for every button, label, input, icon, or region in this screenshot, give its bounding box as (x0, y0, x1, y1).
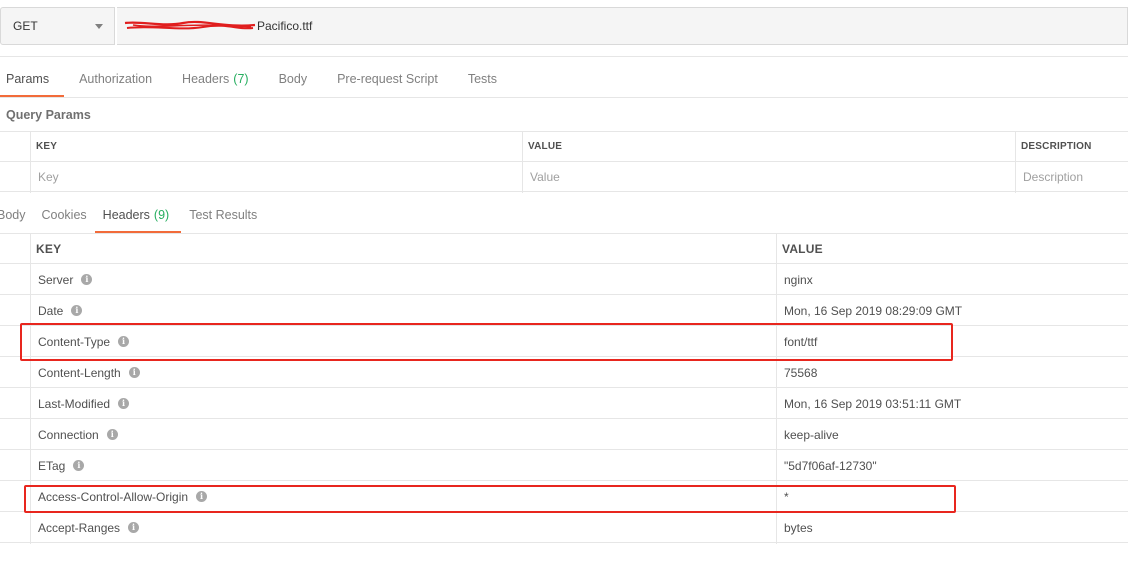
tab-label: Body (0, 208, 26, 222)
header-value: Mon, 16 Sep 2019 03:51:11 GMT (784, 396, 962, 411)
request-tabs: Params Authorization Headers (7) Body Pr… (0, 60, 512, 98)
tab-label: Test Results (189, 208, 258, 222)
url-suffix: Pacifico.ttf (257, 19, 313, 33)
column-header-value: VALUE (782, 241, 823, 256)
method-select[interactable]: GET (0, 7, 115, 45)
header-key: Date (38, 303, 64, 318)
tab-pre-request-script[interactable]: Pre-request Script (322, 60, 453, 98)
info-icon[interactable]: i (128, 367, 140, 378)
header-key: Connection (38, 427, 99, 442)
divider (0, 97, 1128, 98)
table-row: Date i Mon, 16 Sep 2019 08:29:09 GMT (0, 295, 1128, 326)
redacted-url-scribble (123, 19, 257, 33)
tab-count: (9) (153, 208, 170, 222)
info-icon[interactable]: i (73, 460, 85, 471)
chevron-down-icon (95, 24, 103, 29)
tab-response-headers[interactable]: Headers (9) (94, 196, 182, 234)
tab-body[interactable]: Body (264, 60, 323, 98)
request-bar: GET Pacifico.ttf (0, 7, 1128, 45)
table-header-row: KEY VALUE DESCRIPTION (0, 132, 1128, 162)
table-row: Key Value Description (0, 162, 1128, 192)
query-params-table: KEY VALUE DESCRIPTION Key Value Descript… (0, 131, 1128, 193)
header-key: Accept-Ranges (38, 520, 121, 535)
value-input[interactable]: Value (530, 162, 560, 192)
tab-authorization[interactable]: Authorization (64, 60, 167, 98)
table-row: ETag i "5d7f06af-12730" (0, 450, 1128, 481)
tab-count: (7) (233, 72, 249, 86)
tab-test-results[interactable]: Test Results (181, 196, 265, 234)
column-header-key: KEY (36, 141, 58, 152)
header-key: Content-Length (38, 365, 121, 380)
column-header-value: VALUE (528, 141, 563, 152)
info-icon[interactable]: i (128, 522, 140, 533)
tab-response-body[interactable]: Body (0, 196, 34, 234)
header-value: Mon, 16 Sep 2019 08:29:09 GMT (784, 303, 963, 318)
tab-label: Params (6, 72, 50, 86)
table-row: Connection i keep-alive (0, 419, 1128, 450)
tab-label: Body (278, 72, 308, 86)
divider (0, 56, 1128, 57)
table-row: Content-Length i 75568 (0, 357, 1128, 388)
info-icon[interactable]: i (81, 274, 93, 285)
key-input[interactable]: Key (38, 162, 59, 192)
header-value: nginx (784, 272, 813, 287)
tab-label: Tests (467, 72, 497, 86)
tab-label: Cookies (41, 208, 87, 222)
response-tabs: Body Cookies Headers (9) Test Results (0, 196, 265, 234)
table-row: Server i nginx (0, 264, 1128, 295)
info-icon[interactable]: i (106, 429, 118, 440)
column-header-description: DESCRIPTION (1021, 141, 1092, 152)
header-key: Server (38, 272, 74, 287)
tab-label: Pre-request Script (337, 72, 438, 86)
info-icon[interactable]: i (71, 305, 83, 316)
table-row: Last-Modified i Mon, 16 Sep 2019 03:51:11… (0, 388, 1128, 419)
tab-params[interactable]: Params (0, 60, 65, 98)
url-input[interactable]: Pacifico.ttf (117, 7, 1128, 45)
header-value: "5d7f06af-12730" (784, 458, 877, 473)
tab-label: Headers (182, 72, 230, 86)
tab-cookies[interactable]: Cookies (34, 196, 95, 234)
method-label: GET (13, 19, 38, 33)
header-value: keep-alive (784, 427, 839, 442)
info-icon[interactable]: i (118, 398, 130, 409)
header-key: Last-Modified (38, 396, 111, 411)
tab-headers[interactable]: Headers (7) (167, 60, 264, 98)
header-value: bytes (784, 520, 813, 535)
highlight-box-access-control (24, 485, 956, 513)
header-key: ETag (38, 458, 66, 473)
column-header-key: KEY (36, 241, 62, 256)
query-params-title: Query Params (6, 108, 91, 122)
tab-label: Authorization (79, 72, 153, 86)
tab-tests[interactable]: Tests (453, 60, 512, 98)
tab-label: Headers (102, 208, 150, 222)
table-header-row: KEY VALUE (0, 233, 1128, 264)
description-input[interactable]: Description (1023, 162, 1083, 192)
header-value: 75568 (784, 365, 818, 380)
highlight-box-content-type (20, 323, 953, 361)
table-row: Accept-Ranges i bytes (0, 512, 1128, 543)
